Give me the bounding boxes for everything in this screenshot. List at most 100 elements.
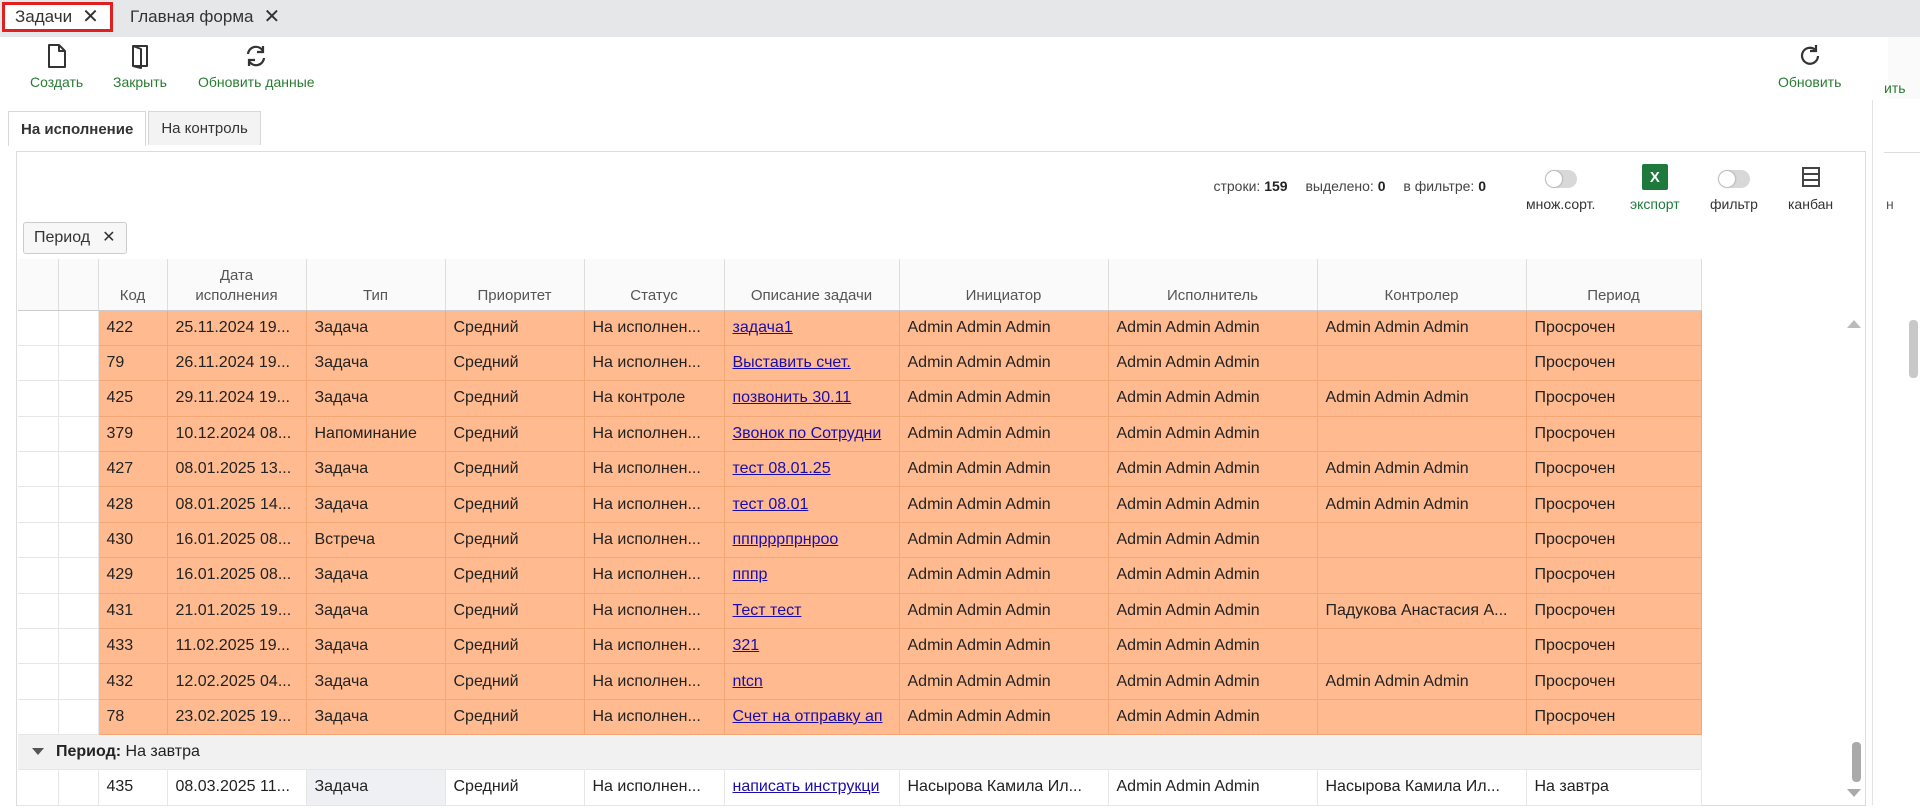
row-marker-cell[interactable]: [58, 593, 99, 630]
create-button[interactable]: Создать: [30, 43, 83, 90]
table-row[interactable]: 425 29.11.2024 19... Задача Средний На контр…: [18, 380, 1702, 417]
row-marker-cell[interactable]: [58, 628, 99, 665]
export-button[interactable]: X экспорт: [1630, 164, 1680, 212]
scroll-down-arrow-icon[interactable]: [1847, 789, 1861, 797]
row-select-cell[interactable]: [18, 310, 59, 346]
close-icon[interactable]: ✕: [263, 7, 280, 27]
table-row[interactable]: 433 11.02.2025 19... Задача Средний На испол…: [18, 628, 1702, 665]
cell-description[interactable]: 321: [724, 628, 900, 665]
cell-description[interactable]: пппрррпрнроо: [724, 522, 900, 559]
tab-tasks[interactable]: Задачи ✕: [2, 2, 113, 32]
cell-description[interactable]: позвонить 30.11: [724, 380, 900, 417]
row-select-cell[interactable]: [18, 416, 59, 453]
table-row[interactable]: 432 12.02.2025 04... Задача Средний На испол…: [18, 663, 1702, 700]
toggle-switch[interactable]: [1717, 170, 1750, 188]
row-marker-cell[interactable]: [58, 699, 99, 736]
tab-on-control[interactable]: На контроль: [148, 111, 261, 145]
row-marker-cell[interactable]: [58, 557, 99, 594]
row-select-cell[interactable]: [18, 593, 59, 630]
task-link[interactable]: Счет на отправку ап: [733, 708, 883, 725]
table-row[interactable]: 428 08.01.2025 14... Задача Средний На испол…: [18, 486, 1702, 523]
column-initiator[interactable]: Инициатор: [899, 259, 1109, 311]
outer-scrollbar[interactable]: [1909, 320, 1918, 378]
task-link[interactable]: Звонок по Сотрудни: [733, 425, 882, 442]
table-row[interactable]: 431 21.01.2025 19... Задача Средний На испол…: [18, 593, 1702, 630]
close-button[interactable]: Закрыть: [113, 43, 167, 90]
group-row-tomorrow[interactable]: Период: На завтра: [18, 734, 1702, 771]
column-period[interactable]: Период: [1526, 259, 1702, 311]
table-row[interactable]: 427 08.01.2025 13... Задача Средний На испол…: [18, 451, 1702, 488]
row-select-cell[interactable]: [18, 628, 59, 665]
row-marker-cell[interactable]: [58, 451, 99, 488]
task-link[interactable]: тест 08.01.25: [733, 460, 831, 477]
refresh-button[interactable]: Обновить: [1778, 43, 1841, 90]
row-select-cell[interactable]: [18, 451, 59, 488]
row-select-cell[interactable]: [18, 769, 59, 806]
cell-description[interactable]: тест 08.01: [724, 486, 900, 523]
row-select-cell[interactable]: [18, 345, 59, 382]
row-select-cell[interactable]: [18, 557, 59, 594]
table-row[interactable]: 79 26.11.2024 19... Задача Средний На исполн…: [18, 345, 1702, 382]
caret-down-icon[interactable]: [32, 748, 44, 756]
refresh-data-button[interactable]: Обновить данные: [198, 43, 315, 90]
table-row[interactable]: 430 16.01.2025 08... Встреча Средний На испо…: [18, 522, 1702, 559]
row-marker-cell[interactable]: [58, 663, 99, 700]
grid-scrollbar[interactable]: [1852, 742, 1861, 782]
cell-description[interactable]: задача1: [724, 310, 900, 346]
tab-main-form[interactable]: Главная форма ✕: [120, 2, 290, 32]
tab-on-execution[interactable]: На исполнение: [8, 111, 147, 146]
row-marker-cell[interactable]: [58, 769, 99, 806]
close-icon[interactable]: ✕: [82, 7, 99, 27]
row-marker-cell[interactable]: [58, 380, 99, 417]
column-type[interactable]: Тип: [306, 259, 446, 311]
row-marker-cell[interactable]: [58, 310, 99, 346]
row-select-cell[interactable]: [18, 486, 59, 523]
row-marker-cell[interactable]: [58, 522, 99, 559]
group-cell[interactable]: Период: На завтра: [18, 734, 1702, 771]
table-row[interactable]: 422 25.11.2024 19... Задача Средний На испол…: [18, 310, 1702, 346]
cell-description[interactable]: Звонок по Сотрудни: [724, 416, 900, 453]
task-link[interactable]: позвонить 30.11: [733, 389, 852, 406]
column-executor[interactable]: Исполнитель: [1108, 259, 1318, 311]
column-priority[interactable]: Приоритет: [445, 259, 585, 311]
filter-toggle[interactable]: фильтр: [1710, 164, 1758, 212]
row-marker-cell[interactable]: [58, 486, 99, 523]
table-row[interactable]: 429 16.01.2025 08... Задача Средний На испол…: [18, 557, 1702, 594]
cell-description[interactable]: Выставить счет.: [724, 345, 900, 382]
task-link[interactable]: задача1: [733, 319, 793, 336]
cell-description[interactable]: тест 08.01.25: [724, 451, 900, 488]
task-link[interactable]: написать инструкци: [733, 778, 880, 795]
row-select-cell[interactable]: [18, 380, 59, 417]
task-link[interactable]: пппрррпрнроо: [733, 531, 839, 548]
scroll-up-arrow-icon[interactable]: [1847, 320, 1861, 328]
column-controller[interactable]: Контролер: [1317, 259, 1527, 311]
row-select-cell[interactable]: [18, 699, 59, 736]
cell-description[interactable]: ntcn: [724, 663, 900, 700]
task-link[interactable]: Выставить счет.: [733, 354, 851, 371]
cell-description[interactable]: пппр: [724, 557, 900, 594]
column-code[interactable]: Код: [98, 259, 168, 311]
task-link[interactable]: ntcn: [733, 673, 763, 690]
table-row[interactable]: 379 10.12.2024 08... Напоминание Средний На …: [18, 416, 1702, 453]
task-link[interactable]: пппр: [733, 566, 768, 583]
cell-description[interactable]: написать инструкци: [724, 769, 900, 806]
row-marker-cell[interactable]: [58, 416, 99, 453]
column-due-date[interactable]: Дата исполнения: [167, 259, 307, 311]
cell-description[interactable]: Тест тест: [724, 593, 900, 630]
task-link[interactable]: Тест тест: [733, 602, 802, 619]
task-link[interactable]: тест 08.01: [733, 496, 809, 513]
table-row[interactable]: 78 23.02.2025 19... Задача Средний На исполн…: [18, 699, 1702, 736]
filter-chip-period[interactable]: Период ✕: [23, 222, 127, 254]
row-select-cell[interactable]: [18, 663, 59, 700]
cell-description[interactable]: Счет на отправку ап: [724, 699, 900, 736]
row-marker-cell[interactable]: [58, 345, 99, 382]
column-marker[interactable]: [58, 259, 99, 311]
close-icon[interactable]: ✕: [102, 230, 115, 246]
cell-type[interactable]: Задача: [306, 769, 446, 806]
row-select-cell[interactable]: [18, 522, 59, 559]
column-status[interactable]: Статус: [584, 259, 725, 311]
toggle-switch[interactable]: [1544, 170, 1577, 188]
column-description[interactable]: Описание задачи: [724, 259, 900, 311]
table-row[interactable]: 435 08.03.2025 11... Задача Средний На и…: [18, 769, 1702, 806]
multisort-toggle[interactable]: множ.сорт.: [1526, 164, 1595, 212]
